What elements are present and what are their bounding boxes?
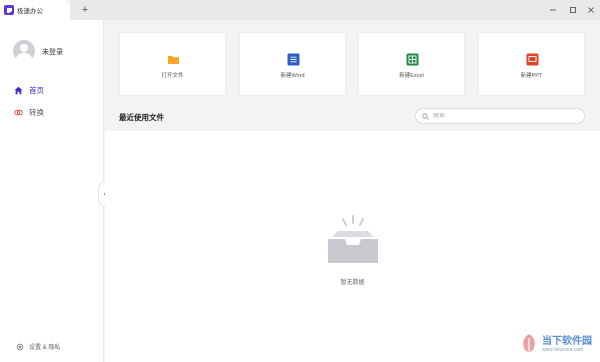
card-label: 新建Word bbox=[280, 73, 305, 79]
avatar[interactable] bbox=[13, 40, 35, 62]
card-label: 新建PPT bbox=[520, 73, 543, 79]
search-icon bbox=[422, 112, 429, 120]
gear-icon bbox=[16, 343, 24, 350]
watermark: 当下软件园 www.downxia.com bbox=[520, 333, 592, 355]
username-label[interactable]: 未登录 bbox=[42, 47, 63, 57]
empty-inbox-icon bbox=[328, 215, 378, 263]
watermark-sub: www.downxia.com bbox=[542, 346, 584, 353]
watermark-main: 当下软件园 bbox=[542, 335, 592, 347]
sidebar-item-convert[interactable]: 转换 bbox=[14, 107, 44, 118]
app-logo-icon bbox=[4, 5, 14, 15]
maximize-icon bbox=[570, 7, 576, 13]
empty-state-text: 暂无数据 bbox=[340, 280, 365, 286]
close-icon bbox=[588, 7, 594, 13]
sidebar-item-label: 首页 bbox=[29, 86, 44, 95]
watermark-logo-icon bbox=[523, 334, 535, 352]
title-bar: 极速办公 + bbox=[0, 0, 600, 20]
app-tab[interactable]: 极速办公 bbox=[0, 0, 70, 20]
sidebar-item-label: 转换 bbox=[29, 108, 44, 117]
new-excel-card[interactable]: 新建Excel bbox=[358, 32, 465, 96]
sidebar: 未登录 首页 转换 设置 & 隐私 bbox=[0, 20, 104, 362]
word-icon bbox=[287, 53, 300, 66]
settings-privacy-button[interactable]: 设置 & 隐私 bbox=[16, 342, 60, 351]
new-ppt-card[interactable]: 新建PPT bbox=[478, 32, 585, 96]
home-icon bbox=[14, 86, 23, 95]
sidebar-item-home[interactable]: 首页 bbox=[14, 85, 44, 96]
search-input[interactable] bbox=[433, 113, 573, 119]
card-label: 打开文件 bbox=[161, 73, 184, 79]
excel-icon bbox=[406, 53, 419, 66]
close-button[interactable] bbox=[583, 2, 599, 18]
maximize-button[interactable] bbox=[565, 2, 581, 18]
tab-title: 极速办公 bbox=[17, 8, 43, 15]
convert-icon bbox=[14, 109, 23, 116]
card-label: 新建Excel bbox=[399, 73, 424, 79]
new-word-card[interactable]: 新建Word bbox=[239, 32, 346, 96]
ppt-icon bbox=[526, 53, 539, 66]
recent-files-title: 最近使用文件 bbox=[119, 113, 164, 122]
avatar-head bbox=[20, 44, 28, 52]
new-tab-button[interactable]: + bbox=[79, 3, 91, 17]
settings-label: 设置 & 隐私 bbox=[29, 345, 61, 351]
recent-files-list: 暂无数据 bbox=[105, 131, 600, 362]
minimize-button[interactable] bbox=[545, 2, 561, 18]
minimize-icon bbox=[550, 9, 556, 11]
search-box[interactable] bbox=[415, 108, 585, 124]
watermark-text: 当下软件园 www.downxia.com bbox=[542, 336, 592, 353]
open-file-card[interactable]: 打开文件 bbox=[119, 32, 226, 96]
folder-icon bbox=[168, 56, 179, 64]
avatar-body bbox=[16, 53, 32, 62]
